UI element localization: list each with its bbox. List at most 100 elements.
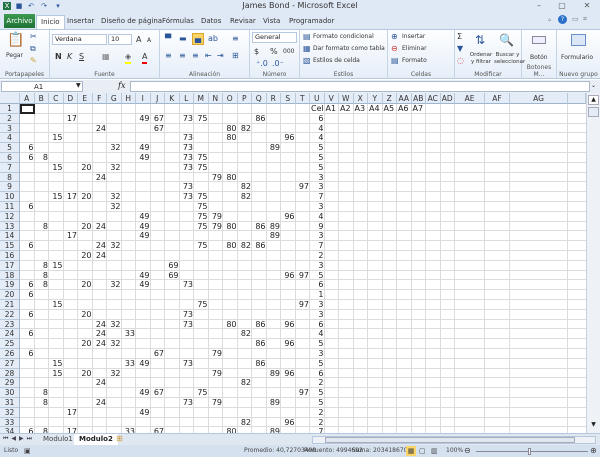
cell-u33[interactable]: 2 [306,418,325,428]
cell-s25[interactable]: 96 [277,339,296,349]
cell-l23[interactable]: 73 [176,320,195,330]
cell-u7[interactable]: 5 [306,163,325,173]
cell-a22[interactable]: 6 [16,310,35,320]
column-header-r[interactable]: R [266,93,281,104]
spreadsheet-grid[interactable]: A B C D E F G H I J K L M N O P Q R S T U V W X Y Z AA AB AC AD AE AF AG… [0,93,586,433]
cell-s28[interactable]: 96 [277,369,296,379]
column-header-ad[interactable]: AD [440,93,455,104]
cell-a15[interactable]: 6 [16,241,35,251]
tab-revisar[interactable]: Revisar [226,15,260,29]
column-header-f[interactable]: F [92,93,107,104]
row-header-1[interactable]: 1 [0,104,20,114]
cell-s4[interactable]: 96 [277,133,296,143]
cell-q15[interactable]: 86 [248,241,267,251]
grow-font-icon[interactable]: A [136,35,141,45]
cell-o8[interactable]: 80 [219,173,238,183]
row-header-2[interactable]: 2 [0,113,20,124]
row-header-21[interactable]: 21 [0,300,20,310]
cell-e22[interactable]: 20 [74,310,93,320]
column-header-c[interactable]: C [49,93,64,104]
cell-j30[interactable]: 67 [147,388,166,398]
cell-p29[interactable]: 82 [234,378,253,388]
cell-f24[interactable]: 24 [89,329,108,339]
number-format-select[interactable]: General [252,32,297,43]
cell-j3[interactable]: 67 [147,124,166,134]
tab-insertar[interactable]: Insertar [63,15,98,29]
cell-q27[interactable]: 86 [248,359,267,369]
paste-icon[interactable]: 📋 [7,32,24,48]
cell-a20[interactable]: 6 [16,290,35,300]
cell-u13[interactable]: 9 [306,222,325,232]
cell-u16[interactable]: 2 [306,251,325,261]
minimize-icon[interactable]: – [530,0,548,12]
cell-k17[interactable]: 69 [161,261,180,271]
cell-g23[interactable]: 32 [103,320,122,330]
currency-button[interactable]: $ [254,47,259,57]
row-header-33[interactable]: 33 [0,417,20,428]
increase-indent-icon[interactable]: ⇥ [217,51,224,61]
cut-icon[interactable]: ✂ [30,32,37,42]
row-header-32[interactable]: 32 [0,407,20,418]
form-button[interactable]: Formulario [561,54,593,61]
cell-f31[interactable]: 24 [89,398,108,408]
column-header-q[interactable]: Q [252,93,267,104]
close-workbook-icon[interactable]: ⌗ [583,15,587,24]
tab-archivo[interactable]: Archivo [4,14,35,28]
cell-f16[interactable]: 24 [89,251,108,261]
cell-r5[interactable]: 89 [263,143,282,153]
cell-u20[interactable]: 1 [306,290,325,300]
cell-u23[interactable]: 6 [306,320,325,330]
cell-g28[interactable]: 32 [103,369,122,379]
increase-decimal-icon[interactable]: ⁺.0 [256,59,268,69]
zoom-out-icon[interactable]: ⊖ [464,445,471,457]
cell-a5[interactable]: 6 [16,143,35,153]
cell-b30[interactable]: 8 [31,388,50,398]
cell-u26[interactable]: 3 [306,349,325,359]
cell-d2[interactable]: 17 [60,114,79,124]
cell-r31[interactable]: 89 [263,398,282,408]
column-header-b[interactable]: B [34,93,49,104]
column-header-p[interactable]: P [237,93,252,104]
cell-u2[interactable]: 6 [306,114,325,124]
cell-n12[interactable]: 79 [205,212,224,222]
cell-a26[interactable]: 6 [16,349,35,359]
align-right-icon[interactable]: ≡ [192,51,199,61]
column-header-ag[interactable]: AG [510,93,568,104]
cell-c7[interactable]: 15 [45,163,64,173]
clear-icon[interactable]: ◌ [457,56,464,66]
percent-button[interactable]: % [270,47,278,57]
align-left-icon[interactable]: ≡ [165,51,172,61]
cell-l9[interactable]: 73 [176,182,195,192]
borders-icon[interactable]: ▦ [102,52,110,62]
page-layout-view-icon[interactable]: ▢ [419,445,426,457]
delete-button[interactable]: Eliminar [402,45,427,52]
find-select-button[interactable]: Buscar y seleccionar [494,52,525,66]
italic-button[interactable]: K [67,52,72,62]
cell-l27[interactable]: 73 [176,359,195,369]
bold-button[interactable]: N [55,52,62,62]
cell-m11[interactable]: 75 [190,202,209,212]
row-header-23[interactable]: 23 [0,319,20,330]
cell-g7[interactable]: 32 [103,163,122,173]
zoom-slider[interactable] [476,451,588,452]
cell-b18[interactable]: 8 [31,271,50,281]
cell-f3[interactable]: 24 [89,124,108,134]
cell-i5[interactable]: 49 [132,143,151,153]
cell-m30[interactable]: 75 [190,388,209,398]
row-header-31[interactable]: 31 [0,398,20,408]
column-header-x[interactable]: X [353,93,368,104]
cell-b19[interactable]: 8 [31,280,50,290]
column-header-af[interactable]: AF [485,93,510,104]
cell-u8[interactable]: 3 [306,173,325,183]
row-header-16[interactable]: 16 [0,251,20,261]
column-header-z[interactable]: Z [382,93,397,104]
cell-o13[interactable]: 80 [219,222,238,232]
cell-l31[interactable]: 73 [176,398,195,408]
cell-m10[interactable]: 75 [190,192,209,202]
orientation-icon[interactable]: ab [208,34,218,44]
row-header-28[interactable]: 28 [0,368,20,379]
cell-b31[interactable]: 8 [31,398,50,408]
row-header-29[interactable]: 29 [0,378,20,389]
cell-m6[interactable]: 75 [190,153,209,163]
row-header-27[interactable]: 27 [0,358,20,369]
